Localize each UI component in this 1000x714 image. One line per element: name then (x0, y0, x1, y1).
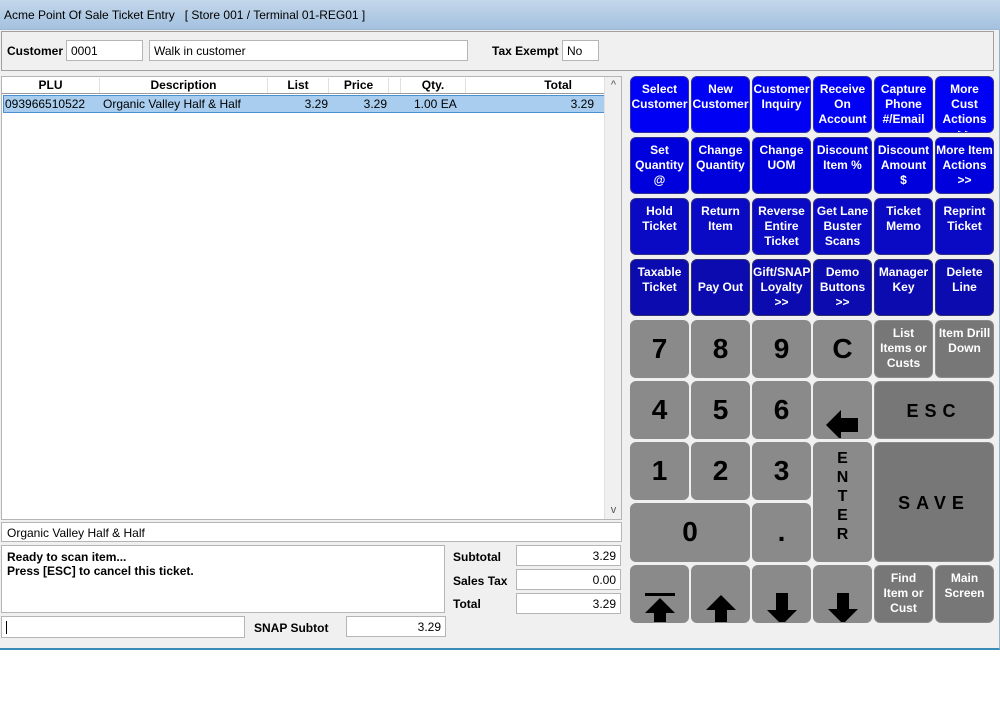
last-line-button[interactable] (813, 565, 872, 623)
cell-list: 3.29 (304, 97, 328, 111)
reprint-ticket-button[interactable]: Reprint Ticket (935, 198, 994, 255)
col-qty[interactable]: Qty. (401, 78, 466, 93)
grid-scrollbar[interactable]: ^ v (604, 77, 621, 519)
total-label: Total (453, 597, 481, 611)
total-field: 3.29 (516, 593, 621, 614)
customer-inquiry-button[interactable]: Customer Inquiry (752, 76, 811, 133)
scroll-down-icon[interactable]: v (605, 502, 622, 519)
snap-subtotal-field: 3.29 (346, 616, 446, 637)
customer-label: Customer (7, 44, 64, 58)
tax-exempt-label: Tax Exempt (492, 44, 559, 58)
key-0[interactable]: 0 (630, 503, 750, 562)
new-customer-button[interactable]: New Customer (691, 76, 750, 133)
key-7[interactable]: 7 (630, 320, 689, 378)
status-message-box: Ready to scan item... Press [ESC] to can… (1, 545, 445, 613)
esc-key[interactable]: ESC (874, 381, 994, 439)
more-item-actions-button[interactable]: More Item Actions >> (935, 137, 994, 194)
grid-header: PLU Description List Price Qty. Total (2, 77, 605, 94)
arrow-left-icon (825, 410, 858, 438)
title-bar: Acme Point Of Sale Ticket Entry [ Store … (0, 0, 1000, 30)
sales-tax-field: 0.00 (516, 569, 621, 590)
col-price[interactable]: Price (329, 78, 389, 93)
customer-id-field[interactable]: 0001 (66, 40, 143, 61)
select-customer-button[interactable]: Select Customer (630, 76, 689, 133)
key-8[interactable]: 8 (691, 320, 750, 378)
change-quantity-button[interactable]: Change Quantity (691, 137, 750, 194)
capture-phone-email-button[interactable]: Capture Phone #/Email (874, 76, 933, 133)
first-line-button[interactable] (630, 565, 689, 623)
ticket-grid: PLU Description List Price Qty. Total 09… (1, 76, 622, 520)
cell-description: Organic Valley Half & Half (103, 97, 241, 111)
selected-item-description: Organic Valley Half & Half (1, 522, 622, 542)
demo-buttons-button[interactable]: Demo Buttons >> (813, 259, 872, 316)
main-screen-button[interactable]: Main Screen (935, 565, 994, 623)
key-9[interactable]: 9 (752, 320, 811, 378)
scroll-up-icon[interactable]: ^ (605, 77, 622, 94)
subtotal-label: Subtotal (453, 550, 501, 564)
item-drill-down-button[interactable]: Item Drill Down (935, 320, 994, 378)
customer-name-field[interactable]: Walk in customer (149, 40, 468, 61)
key-1[interactable]: 1 (630, 442, 689, 500)
get-lane-buster-scans-button[interactable]: Get Lane Buster Scans (813, 198, 872, 255)
more-cust-actions-button[interactable]: More Cust Actions >> (935, 76, 994, 133)
arrow-down-icon (766, 593, 797, 622)
discount-amount-button[interactable]: Discount Amount $ (874, 137, 933, 194)
cell-plu: 093966510522 (5, 97, 86, 111)
cell-total: 3.29 (570, 97, 594, 111)
change-uom-button[interactable]: Change UOM (752, 137, 811, 194)
customer-panel: Customer 0001 Walk in customer Tax Exemp… (1, 31, 994, 71)
arrow-top-icon (644, 593, 675, 622)
col-list[interactable]: List (268, 78, 329, 93)
col-total[interactable]: Total (466, 78, 606, 93)
status-line-1: Ready to scan item... (7, 550, 127, 564)
tax-exempt-field[interactable]: No (562, 40, 599, 61)
manager-key-button[interactable]: Manager Key (874, 259, 933, 316)
up-button[interactable] (691, 565, 750, 623)
hold-ticket-button[interactable]: Hold Ticket (630, 198, 689, 255)
enter-key[interactable]: E N T E R (813, 442, 872, 562)
down-button[interactable] (752, 565, 811, 623)
pay-out-button[interactable]: Pay Out (691, 259, 750, 316)
list-items-or-custs-button[interactable]: List Items or Custs (874, 320, 933, 378)
cell-qty: 1.00 EA (414, 97, 457, 111)
arrow-bottom-icon (827, 593, 858, 622)
return-item-button[interactable]: Return Item (691, 198, 750, 255)
cell-price: 3.29 (363, 97, 387, 111)
ticket-memo-button[interactable]: Ticket Memo (874, 198, 933, 255)
reverse-entire-ticket-button[interactable]: Reverse Entire Ticket (752, 198, 811, 255)
receive-on-account-button[interactable]: Receive On Account (813, 76, 872, 133)
col-description[interactable]: Description (100, 78, 268, 93)
discount-item-percent-button[interactable]: Discount Item % (813, 137, 872, 194)
find-item-or-cust-button[interactable]: Find Item or Cust (874, 565, 933, 623)
key-5[interactable]: 5 (691, 381, 750, 439)
pos-window: Acme Point Of Sale Ticket Entry [ Store … (0, 0, 1000, 650)
key-decimal[interactable]: . (752, 503, 811, 562)
set-quantity-button[interactable]: Set Quantity @ (630, 137, 689, 194)
taxable-ticket-button[interactable]: Taxable Ticket (630, 259, 689, 316)
key-6[interactable]: 6 (752, 381, 811, 439)
col-plu[interactable]: PLU (2, 78, 100, 93)
key-2[interactable]: 2 (691, 442, 750, 500)
scan-input[interactable] (1, 616, 245, 638)
table-row[interactable]: 093966510522 Organic Valley Half & Half … (3, 95, 605, 113)
key-4[interactable]: 4 (630, 381, 689, 439)
save-button[interactable]: SAVE (874, 442, 994, 562)
window-title: Acme Point Of Sale Ticket Entry [ Store … (4, 8, 366, 22)
col-spacer (389, 78, 401, 93)
delete-line-button[interactable]: Delete Line (935, 259, 994, 316)
sales-tax-label: Sales Tax (453, 574, 508, 588)
key-3[interactable]: 3 (752, 442, 811, 500)
gift-snap-loyalty-button[interactable]: Gift/SNAP Loyalty >> (752, 259, 811, 316)
backspace-key[interactable] (813, 381, 872, 439)
clear-key[interactable]: C (813, 320, 872, 378)
text-caret (6, 621, 7, 634)
status-line-2: Press [ESC] to cancel this ticket. (7, 564, 194, 578)
snap-subtotal-label: SNAP Subtot (254, 621, 329, 635)
subtotal-field: 3.29 (516, 545, 621, 566)
arrow-up-icon (705, 595, 736, 622)
